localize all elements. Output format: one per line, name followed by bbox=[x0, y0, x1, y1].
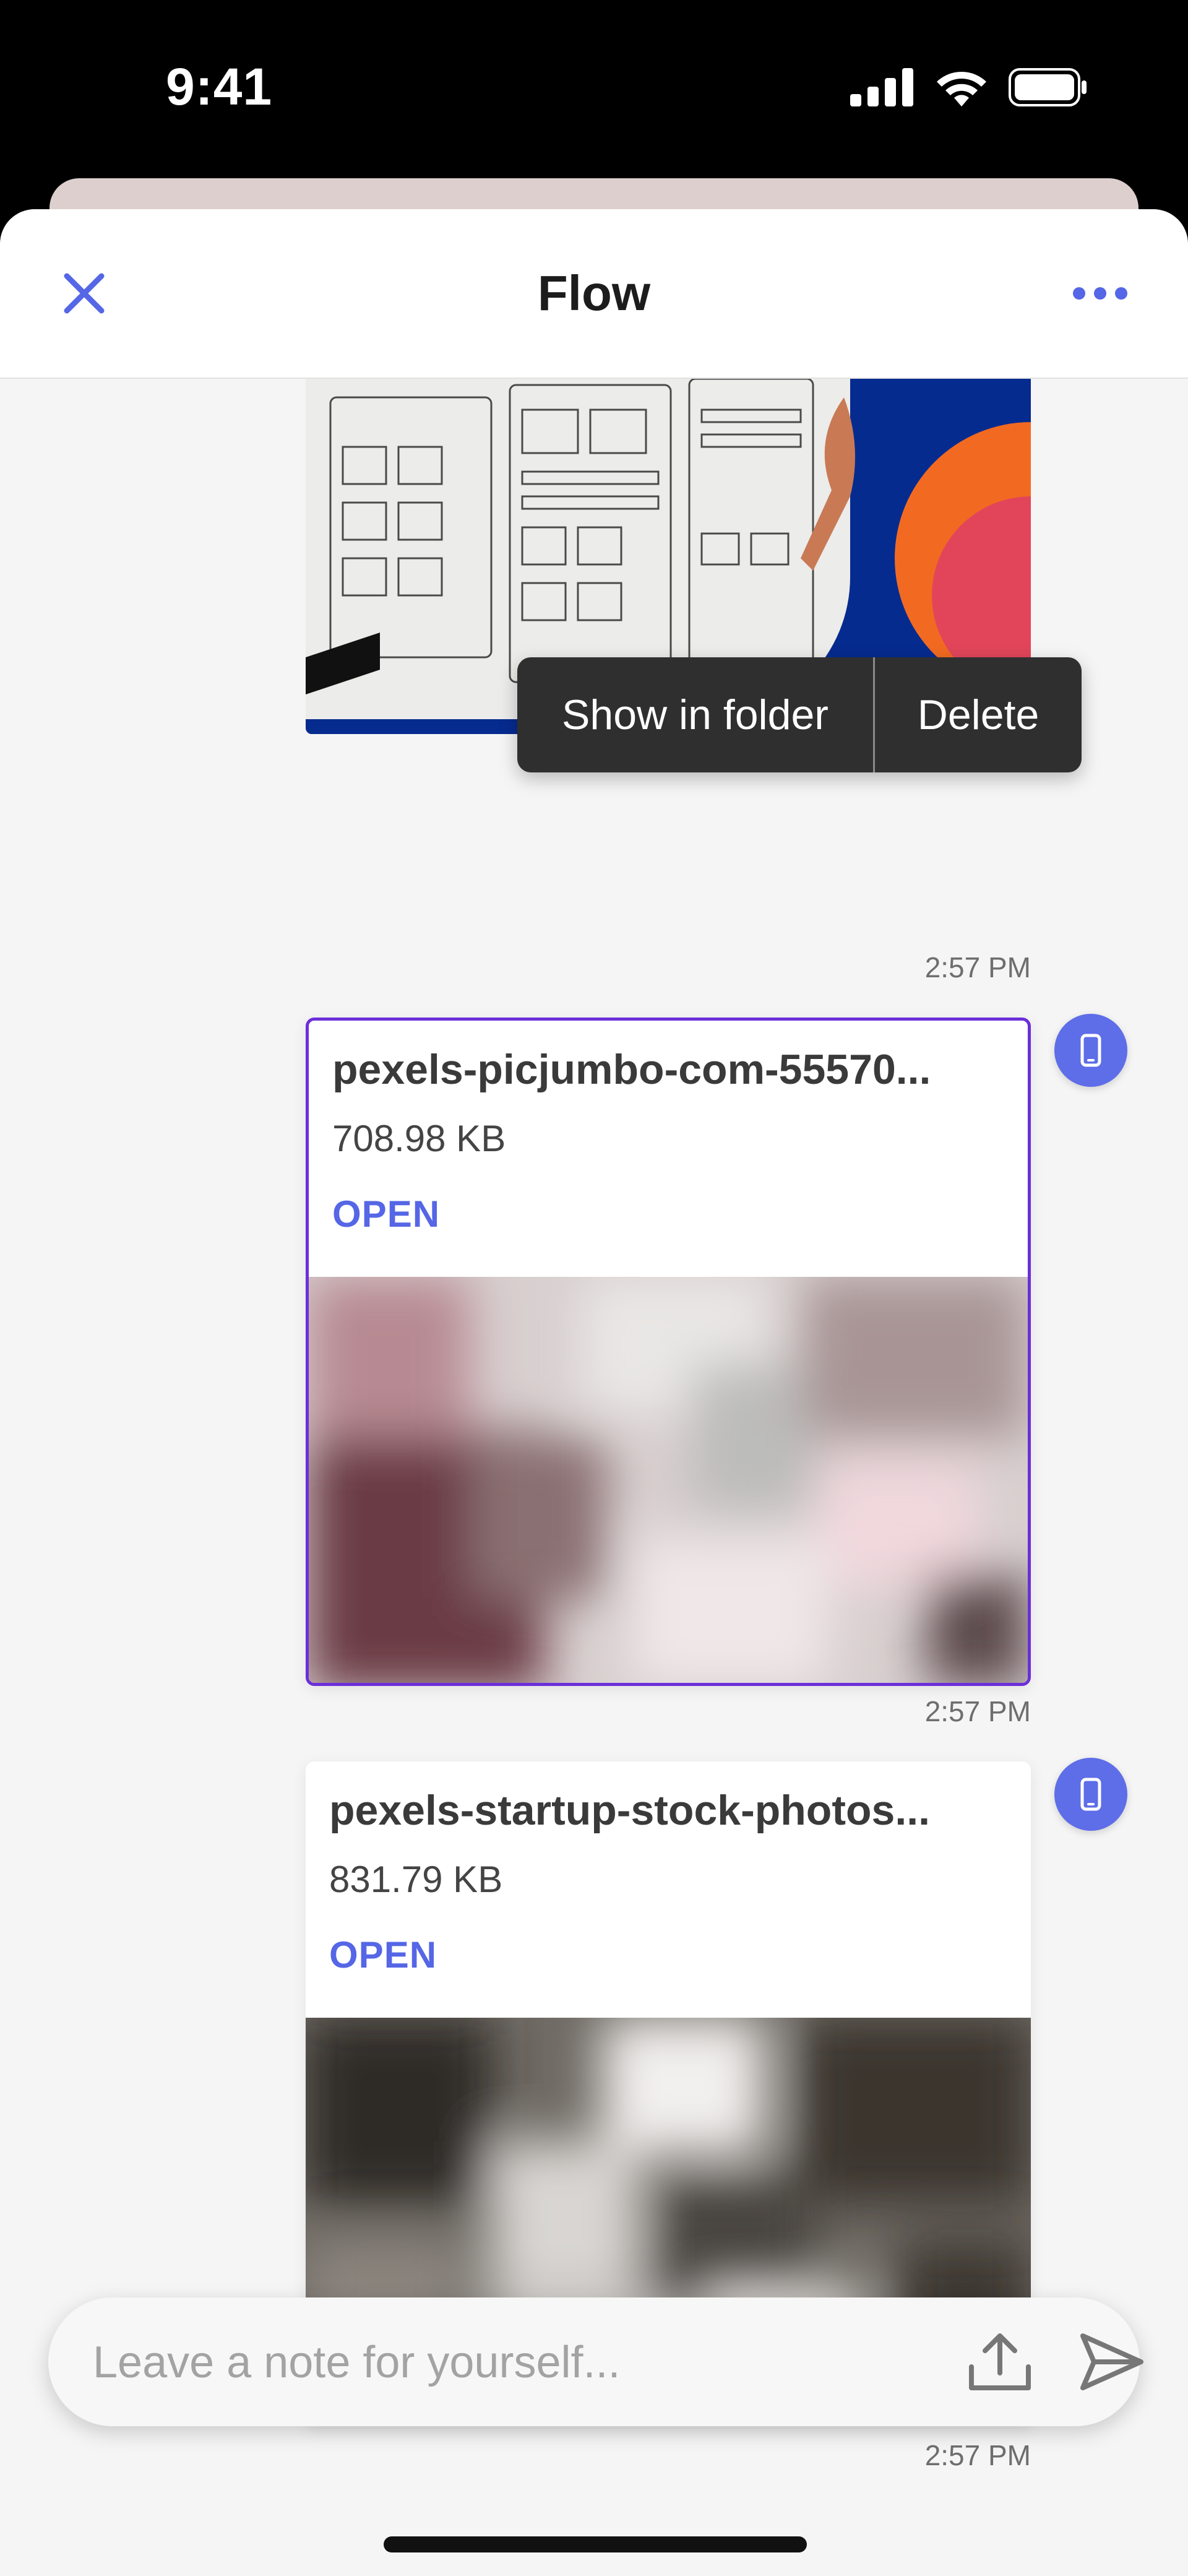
phone-screen: 9:41 Flow 2:57 PM pexels-picjumbo-com-55… bbox=[0, 0, 1188, 2576]
device-badge bbox=[1054, 1014, 1127, 1087]
note-input[interactable] bbox=[93, 2328, 897, 2397]
home-indicator bbox=[384, 2536, 807, 2552]
status-time: 9:41 bbox=[166, 58, 273, 116]
battery-icon bbox=[1009, 68, 1087, 106]
context-menu: Show in folder Delete bbox=[517, 657, 1082, 772]
phone-icon bbox=[1080, 1778, 1101, 1811]
header: Flow bbox=[0, 209, 1188, 379]
flow-sheet: Flow 2:57 PM pexels-picjumbo-com-55570..… bbox=[0, 209, 1188, 2576]
signal-icon bbox=[850, 68, 913, 106]
file-name: pexels-startup-stock-photos... bbox=[329, 1787, 931, 1834]
file-thumbnail bbox=[309, 1277, 1028, 1683]
device-badge bbox=[1054, 1758, 1127, 1831]
file-size: 708.98 KB bbox=[332, 1118, 506, 1159]
delete-button[interactable]: Delete bbox=[875, 657, 1082, 772]
send-icon[interactable] bbox=[1078, 2330, 1146, 2394]
upload-icon[interactable] bbox=[963, 2328, 1037, 2397]
show-in-folder-button[interactable]: Show in folder bbox=[517, 657, 875, 772]
note-composer bbox=[48, 2297, 1143, 2426]
more-icon[interactable] bbox=[1069, 271, 1131, 316]
timestamp: 2:57 PM bbox=[924, 2439, 1031, 2471]
status-icons bbox=[850, 68, 1089, 106]
wifi-icon bbox=[937, 72, 986, 106]
file-message[interactable]: pexels-picjumbo-com-55570... 708.98 KB O… bbox=[306, 1018, 1031, 1686]
file-name: pexels-picjumbo-com-55570... bbox=[332, 1046, 931, 1093]
timestamp: 2:57 PM bbox=[924, 1695, 1031, 1727]
page-title: Flow bbox=[537, 266, 651, 321]
open-link[interactable]: OPEN bbox=[329, 1934, 437, 1976]
timestamp: 2:57 PM bbox=[924, 951, 1031, 983]
file-size: 831.79 KB bbox=[329, 1859, 503, 1900]
open-link[interactable]: OPEN bbox=[332, 1193, 440, 1235]
phone-icon bbox=[1080, 1034, 1101, 1067]
